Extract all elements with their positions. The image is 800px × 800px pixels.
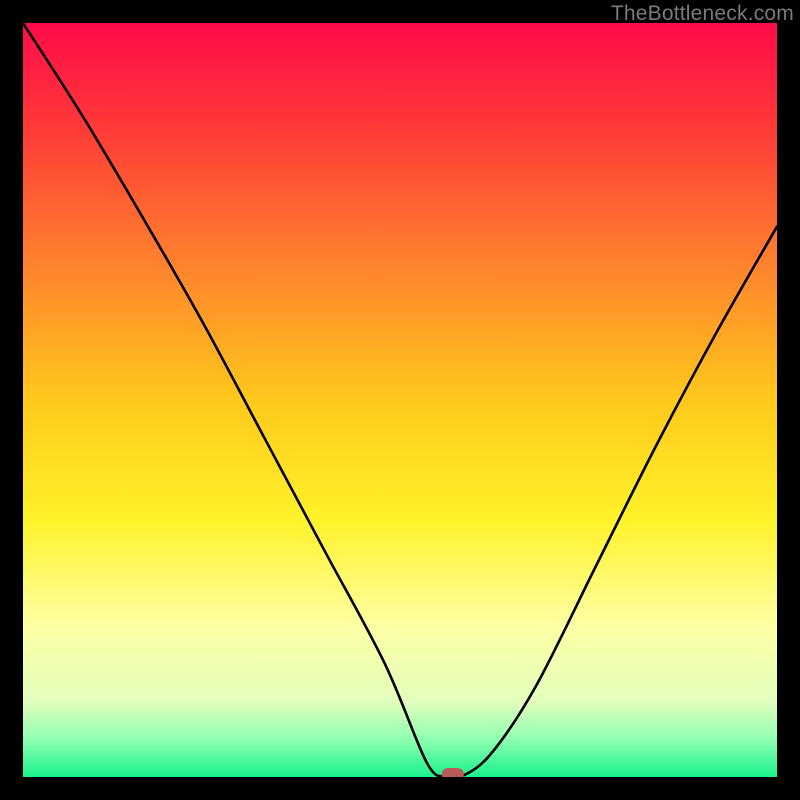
chart-svg bbox=[23, 23, 777, 777]
gradient-backdrop bbox=[23, 23, 777, 777]
watermark-text: TheBottleneck.com bbox=[611, 2, 794, 26]
chart-frame bbox=[23, 23, 777, 777]
optimum-marker bbox=[442, 768, 464, 777]
